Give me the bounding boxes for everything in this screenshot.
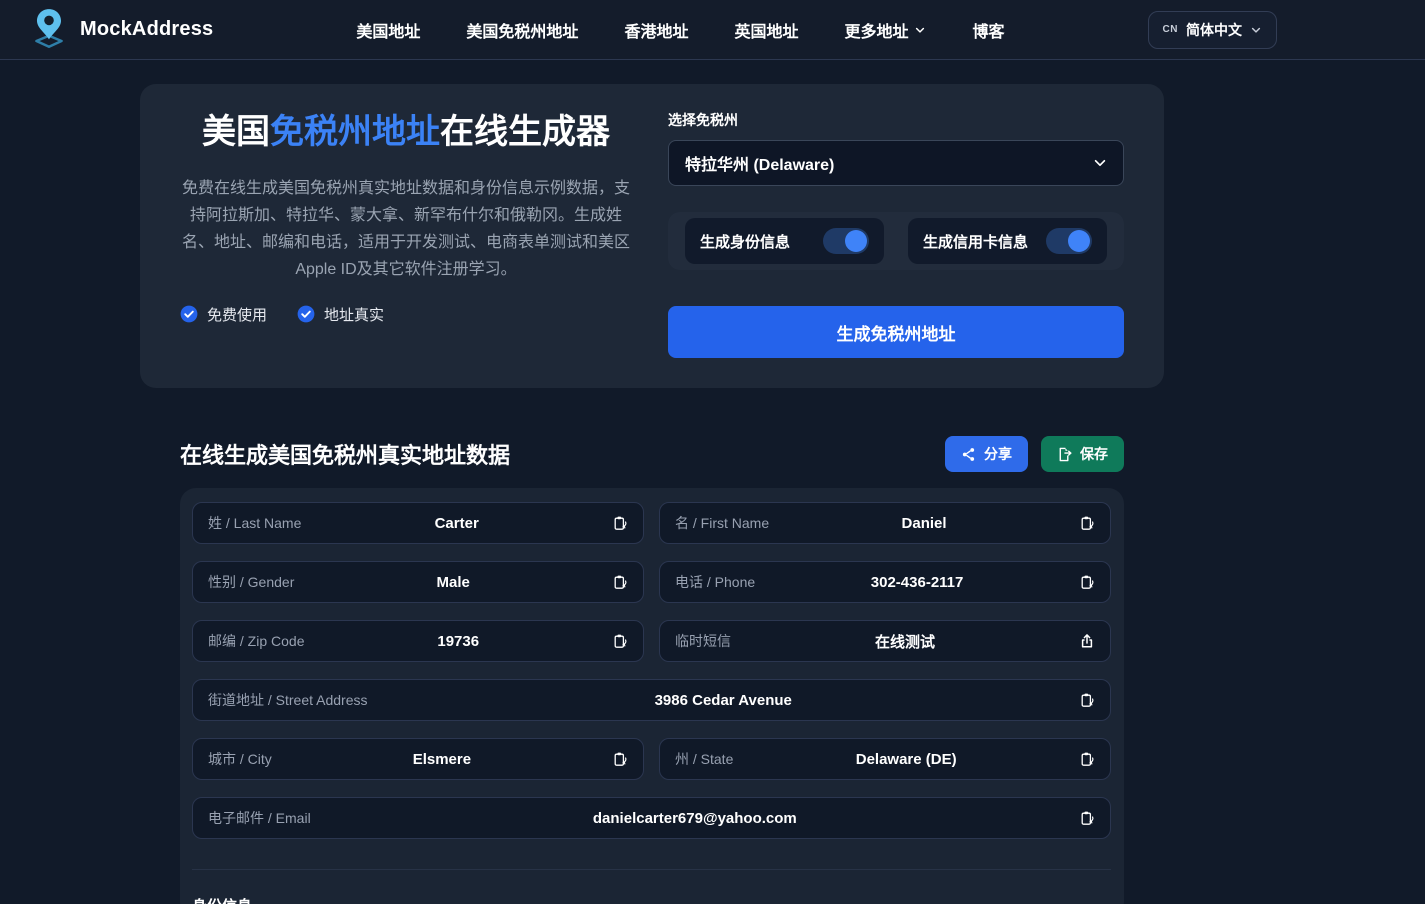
address-results-panel: 姓 / Last Name Carter 名 / First Name Dani…: [180, 488, 1124, 904]
field-phone: 电话 / Phone 302-436-2117: [659, 561, 1111, 603]
field-last-name: 姓 / Last Name Carter: [192, 502, 644, 544]
generator-controls: 选择免税州 特拉华州 (Delaware) 生成身份信息 生成信用卡信息 生成免…: [668, 110, 1124, 358]
city-value: Elsmere: [284, 751, 600, 768]
toggle-panel: 生成身份信息 生成信用卡信息: [668, 212, 1124, 270]
hero-badges: 免费使用 地址真实: [180, 304, 632, 325]
check-circle-icon: [297, 305, 315, 323]
chevron-down-icon: [1093, 156, 1107, 170]
fields-grid: 姓 / Last Name Carter 名 / First Name Dani…: [192, 502, 1111, 839]
page-title: 美国免税州地址在线生成器: [180, 110, 632, 155]
save-button[interactable]: 保存: [1041, 436, 1124, 472]
file-export-icon: [1057, 447, 1072, 462]
field-temp-sms: 临时短信 在线测试: [659, 620, 1111, 662]
state-select-label: 选择免税州: [668, 110, 1124, 130]
field-gender: 性别 / Gender Male: [192, 561, 644, 603]
identity-section-title: 身份信息: [192, 895, 1111, 904]
badge-free: 免费使用: [180, 304, 267, 325]
badge-real-address: 地址真实: [297, 304, 384, 325]
chevron-down-icon: [1250, 24, 1262, 36]
field-street-address: 街道地址 / Street Address 3986 Cedar Avenue: [192, 679, 1111, 721]
copy-icon[interactable]: [612, 751, 628, 767]
nav-item-blog[interactable]: 博客: [972, 18, 1004, 42]
nav-item-us-address[interactable]: 美国地址: [356, 18, 420, 42]
identity-toggle-card: 生成身份信息: [685, 218, 884, 264]
map-pin-icon: [28, 7, 70, 53]
results-actions: 分享 保存: [945, 436, 1124, 472]
external-link-icon[interactable]: [1079, 633, 1095, 649]
credit-card-toggle-label: 生成信用卡信息: [923, 231, 1028, 252]
state-select-value: 特拉华州 (Delaware): [685, 151, 834, 175]
copy-icon[interactable]: [1079, 692, 1095, 708]
language-code: CN: [1163, 24, 1178, 35]
first-name-value: Daniel: [781, 515, 1067, 532]
results-header: 在线生成美国免税州真实地址数据 分享 保存: [180, 436, 1124, 472]
main-nav: 美国地址 美国免税州地址 香港地址 英国地址 更多地址 博客: [213, 18, 1147, 42]
temp-sms-value: 在线测试: [743, 631, 1067, 652]
copy-icon[interactable]: [1079, 515, 1095, 531]
share-nodes-icon: [961, 447, 976, 462]
hero-panel: 美国免税州地址在线生成器 免费在线生成美国免税州真实地址数据和身份信息示例数据，…: [140, 84, 1164, 388]
identity-toggle-label: 生成身份信息: [700, 231, 790, 252]
field-email: 电子邮件 / Email danielcarter679@yahoo.com: [192, 797, 1111, 839]
street-address-value: 3986 Cedar Avenue: [380, 692, 1068, 709]
last-name-value: Carter: [313, 515, 600, 532]
language-label: 简体中文: [1186, 20, 1242, 40]
zip-code-value: 19736: [316, 633, 600, 650]
copy-icon[interactable]: [612, 633, 628, 649]
top-navbar: MockAddress 美国地址 美国免税州地址 香港地址 英国地址 更多地址 …: [0, 0, 1425, 60]
credit-card-toggle-card: 生成信用卡信息: [908, 218, 1107, 264]
field-city: 城市 / City Elsmere: [192, 738, 644, 780]
field-zip-code: 邮编 / Zip Code 19736: [192, 620, 644, 662]
hero-description: 免费在线生成美国免税州真实地址数据和身份信息示例数据，支持阿拉斯加、特拉华、蒙大…: [180, 175, 632, 284]
phone-value: 302-436-2117: [767, 574, 1067, 591]
brand-logo[interactable]: MockAddress: [28, 7, 213, 53]
brand-name: MockAddress: [80, 18, 213, 41]
language-selector[interactable]: CN 简体中文: [1148, 11, 1277, 49]
page-title-highlight: 免税州地址: [270, 113, 440, 151]
state-value: Delaware (DE): [745, 751, 1067, 768]
identity-toggle[interactable]: [823, 228, 869, 254]
copy-icon[interactable]: [1079, 751, 1095, 767]
field-first-name: 名 / First Name Daniel: [659, 502, 1111, 544]
results-title: 在线生成美国免税州真实地址数据: [180, 438, 510, 470]
nav-item-hk-address[interactable]: 香港地址: [624, 18, 688, 42]
nav-item-us-tax-free-address[interactable]: 美国免税州地址: [466, 18, 578, 42]
chevron-down-icon: [914, 24, 926, 36]
credit-card-toggle[interactable]: [1046, 228, 1092, 254]
generate-address-button[interactable]: 生成免税州地址: [668, 306, 1124, 358]
section-divider: [192, 869, 1111, 870]
nav-item-more-addresses[interactable]: 更多地址: [844, 18, 926, 42]
email-value: danielcarter679@yahoo.com: [323, 810, 1067, 827]
copy-icon[interactable]: [612, 515, 628, 531]
share-button[interactable]: 分享: [945, 436, 1028, 472]
field-state: 州 / State Delaware (DE): [659, 738, 1111, 780]
check-circle-icon: [180, 305, 198, 323]
state-select[interactable]: 特拉华州 (Delaware): [668, 140, 1124, 186]
copy-icon[interactable]: [612, 574, 628, 590]
gender-value: Male: [306, 574, 600, 591]
copy-icon[interactable]: [1079, 810, 1095, 826]
nav-item-uk-address[interactable]: 英国地址: [734, 18, 798, 42]
copy-icon[interactable]: [1079, 574, 1095, 590]
hero-intro: 美国免税州地址在线生成器 免费在线生成美国免税州真实地址数据和身份信息示例数据，…: [180, 110, 632, 358]
